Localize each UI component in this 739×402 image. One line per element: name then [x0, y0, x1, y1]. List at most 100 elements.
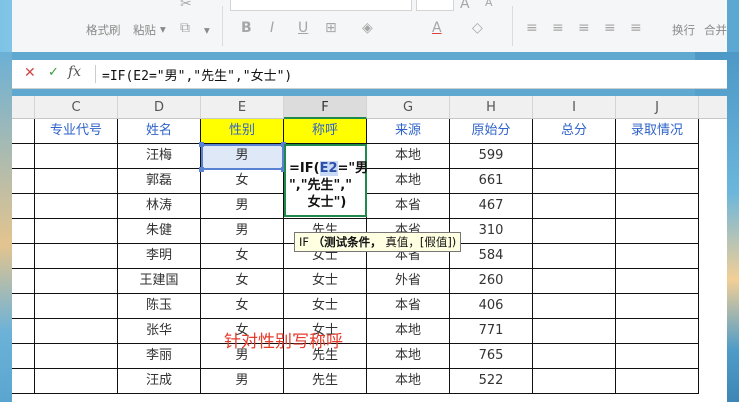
wrap-text-button[interactable]: 换行: [672, 22, 695, 38]
table-cell-name[interactable]: 汪成: [118, 369, 201, 394]
table-cell-admission[interactable]: [616, 169, 699, 194]
format-painter-button[interactable]: 格式刷: [86, 22, 121, 38]
table-cell-total[interactable]: [533, 319, 616, 344]
table-cell[interactable]: [35, 319, 118, 344]
column-header-b[interactable]: [12, 96, 35, 119]
selection-handle[interactable]: [199, 142, 204, 147]
column-header-f[interactable]: F: [284, 96, 367, 119]
bold-button[interactable]: B: [241, 20, 252, 36]
table-cell[interactable]: [35, 369, 118, 394]
table-cell[interactable]: [12, 369, 35, 394]
table-cell-total[interactable]: [533, 219, 616, 244]
column-header-h[interactable]: H: [450, 96, 533, 119]
table-cell-gender[interactable]: 女: [201, 244, 284, 269]
column-header-j[interactable]: J: [616, 96, 699, 119]
table-cell-source[interactable]: 本地: [367, 344, 450, 369]
header-cell-i[interactable]: 总分: [533, 119, 616, 144]
table-cell-gender[interactable]: 男: [201, 194, 284, 219]
table-cell[interactable]: [35, 169, 118, 194]
table-cell-name[interactable]: 李明: [118, 244, 201, 269]
italic-button[interactable]: I: [270, 20, 274, 36]
table-cell-admission[interactable]: [616, 344, 699, 369]
table-cell-title[interactable]: 先生: [284, 369, 367, 394]
table-cell[interactable]: [12, 194, 35, 219]
table-cell-name[interactable]: 汪梅: [118, 144, 201, 169]
table-cell[interactable]: [35, 219, 118, 244]
selection-handle[interactable]: [199, 167, 204, 172]
table-cell-name[interactable]: 朱健: [118, 219, 201, 244]
table-cell[interactable]: [12, 344, 35, 369]
underline-button[interactable]: U: [298, 20, 308, 36]
table-cell-total[interactable]: [533, 194, 616, 219]
table-cell-name[interactable]: 张华: [118, 319, 201, 344]
table-cell[interactable]: [12, 269, 35, 294]
table-cell-admission[interactable]: [616, 219, 699, 244]
column-header-e[interactable]: E: [201, 96, 284, 119]
table-cell[interactable]: [35, 344, 118, 369]
table-cell[interactable]: [12, 294, 35, 319]
justify-icon[interactable]: ≡: [604, 20, 616, 36]
table-cell-score[interactable]: 771: [450, 319, 533, 344]
column-header-k[interactable]: [699, 96, 727, 119]
table-cell-source[interactable]: 本省: [367, 194, 450, 219]
table-cell-title[interactable]: 女士: [284, 294, 367, 319]
font-grow-button[interactable]: A: [460, 0, 470, 12]
table-cell[interactable]: [12, 244, 35, 269]
confirm-icon[interactable]: ✓: [48, 65, 59, 80]
table-cell-name[interactable]: 林涛: [118, 194, 201, 219]
header-cell-h[interactable]: 原始分: [450, 119, 533, 144]
merge-cells-button[interactable]: 合并: [704, 22, 727, 38]
cell-b1[interactable]: [12, 119, 35, 144]
font-shrink-button[interactable]: A: [485, 0, 493, 9]
table-cell-total[interactable]: [533, 244, 616, 269]
table-cell[interactable]: [35, 194, 118, 219]
header-cell-e[interactable]: 性别: [201, 119, 284, 144]
copy-dropdown-icon[interactable]: ▾: [204, 23, 210, 37]
table-cell-source[interactable]: 本地: [367, 369, 450, 394]
align-right-icon[interactable]: ≡: [578, 20, 590, 36]
table-cell-score[interactable]: 310: [450, 219, 533, 244]
header-cell-d[interactable]: 姓名: [118, 119, 201, 144]
table-cell-gender[interactable]: 女: [201, 169, 284, 194]
table-cell-gender[interactable]: 女: [201, 294, 284, 319]
table-cell-total[interactable]: [533, 169, 616, 194]
table-cell-total[interactable]: [533, 144, 616, 169]
table-cell-source[interactable]: 本地: [367, 144, 450, 169]
font-name-box[interactable]: [230, 0, 412, 11]
align-left-icon[interactable]: ≡: [526, 20, 538, 36]
table-cell-admission[interactable]: [616, 244, 699, 269]
table-cell-total[interactable]: [533, 369, 616, 394]
table-cell-score[interactable]: 765: [450, 344, 533, 369]
table-cell-name[interactable]: 王建国: [118, 269, 201, 294]
table-cell-gender[interactable]: 女: [201, 269, 284, 294]
table-cell-source[interactable]: 本省: [367, 294, 450, 319]
font-size-box[interactable]: [416, 0, 454, 11]
header-cell-j[interactable]: 录取情况: [616, 119, 699, 144]
table-cell[interactable]: [35, 269, 118, 294]
table-cell[interactable]: [12, 144, 35, 169]
header-cell-c[interactable]: 专业代号: [35, 119, 118, 144]
fill-color-icon[interactable]: ◈: [362, 20, 373, 36]
border-icon[interactable]: ⊞: [325, 20, 337, 36]
table-cell-source[interactable]: 本地: [367, 319, 450, 344]
table-cell-name[interactable]: 郭磊: [118, 169, 201, 194]
table-cell-source[interactable]: 本地: [367, 169, 450, 194]
column-header-i[interactable]: I: [533, 96, 616, 119]
table-cell-score[interactable]: 584: [450, 244, 533, 269]
table-cell[interactable]: [12, 169, 35, 194]
table-cell[interactable]: [35, 144, 118, 169]
table-cell-source[interactable]: 外省: [367, 269, 450, 294]
table-cell-total[interactable]: [533, 269, 616, 294]
table-cell[interactable]: [12, 219, 35, 244]
table-cell-score[interactable]: 406: [450, 294, 533, 319]
table-cell-admission[interactable]: [616, 144, 699, 169]
table-cell-score[interactable]: 467: [450, 194, 533, 219]
table-cell-score[interactable]: 599: [450, 144, 533, 169]
tooltip-function-name[interactable]: IF: [299, 235, 309, 249]
table-cell-score[interactable]: 522: [450, 369, 533, 394]
eraser-icon[interactable]: ◇: [472, 20, 483, 36]
table-cell-gender[interactable]: 男: [201, 369, 284, 394]
table-cell-total[interactable]: [533, 294, 616, 319]
spreadsheet-grid[interactable]: C D E F G H I J 专业代号 姓名 性别 称呼 来源 原始分 总分 录取情况 汪梅男…: [12, 96, 727, 402]
table-cell-admission[interactable]: [616, 269, 699, 294]
